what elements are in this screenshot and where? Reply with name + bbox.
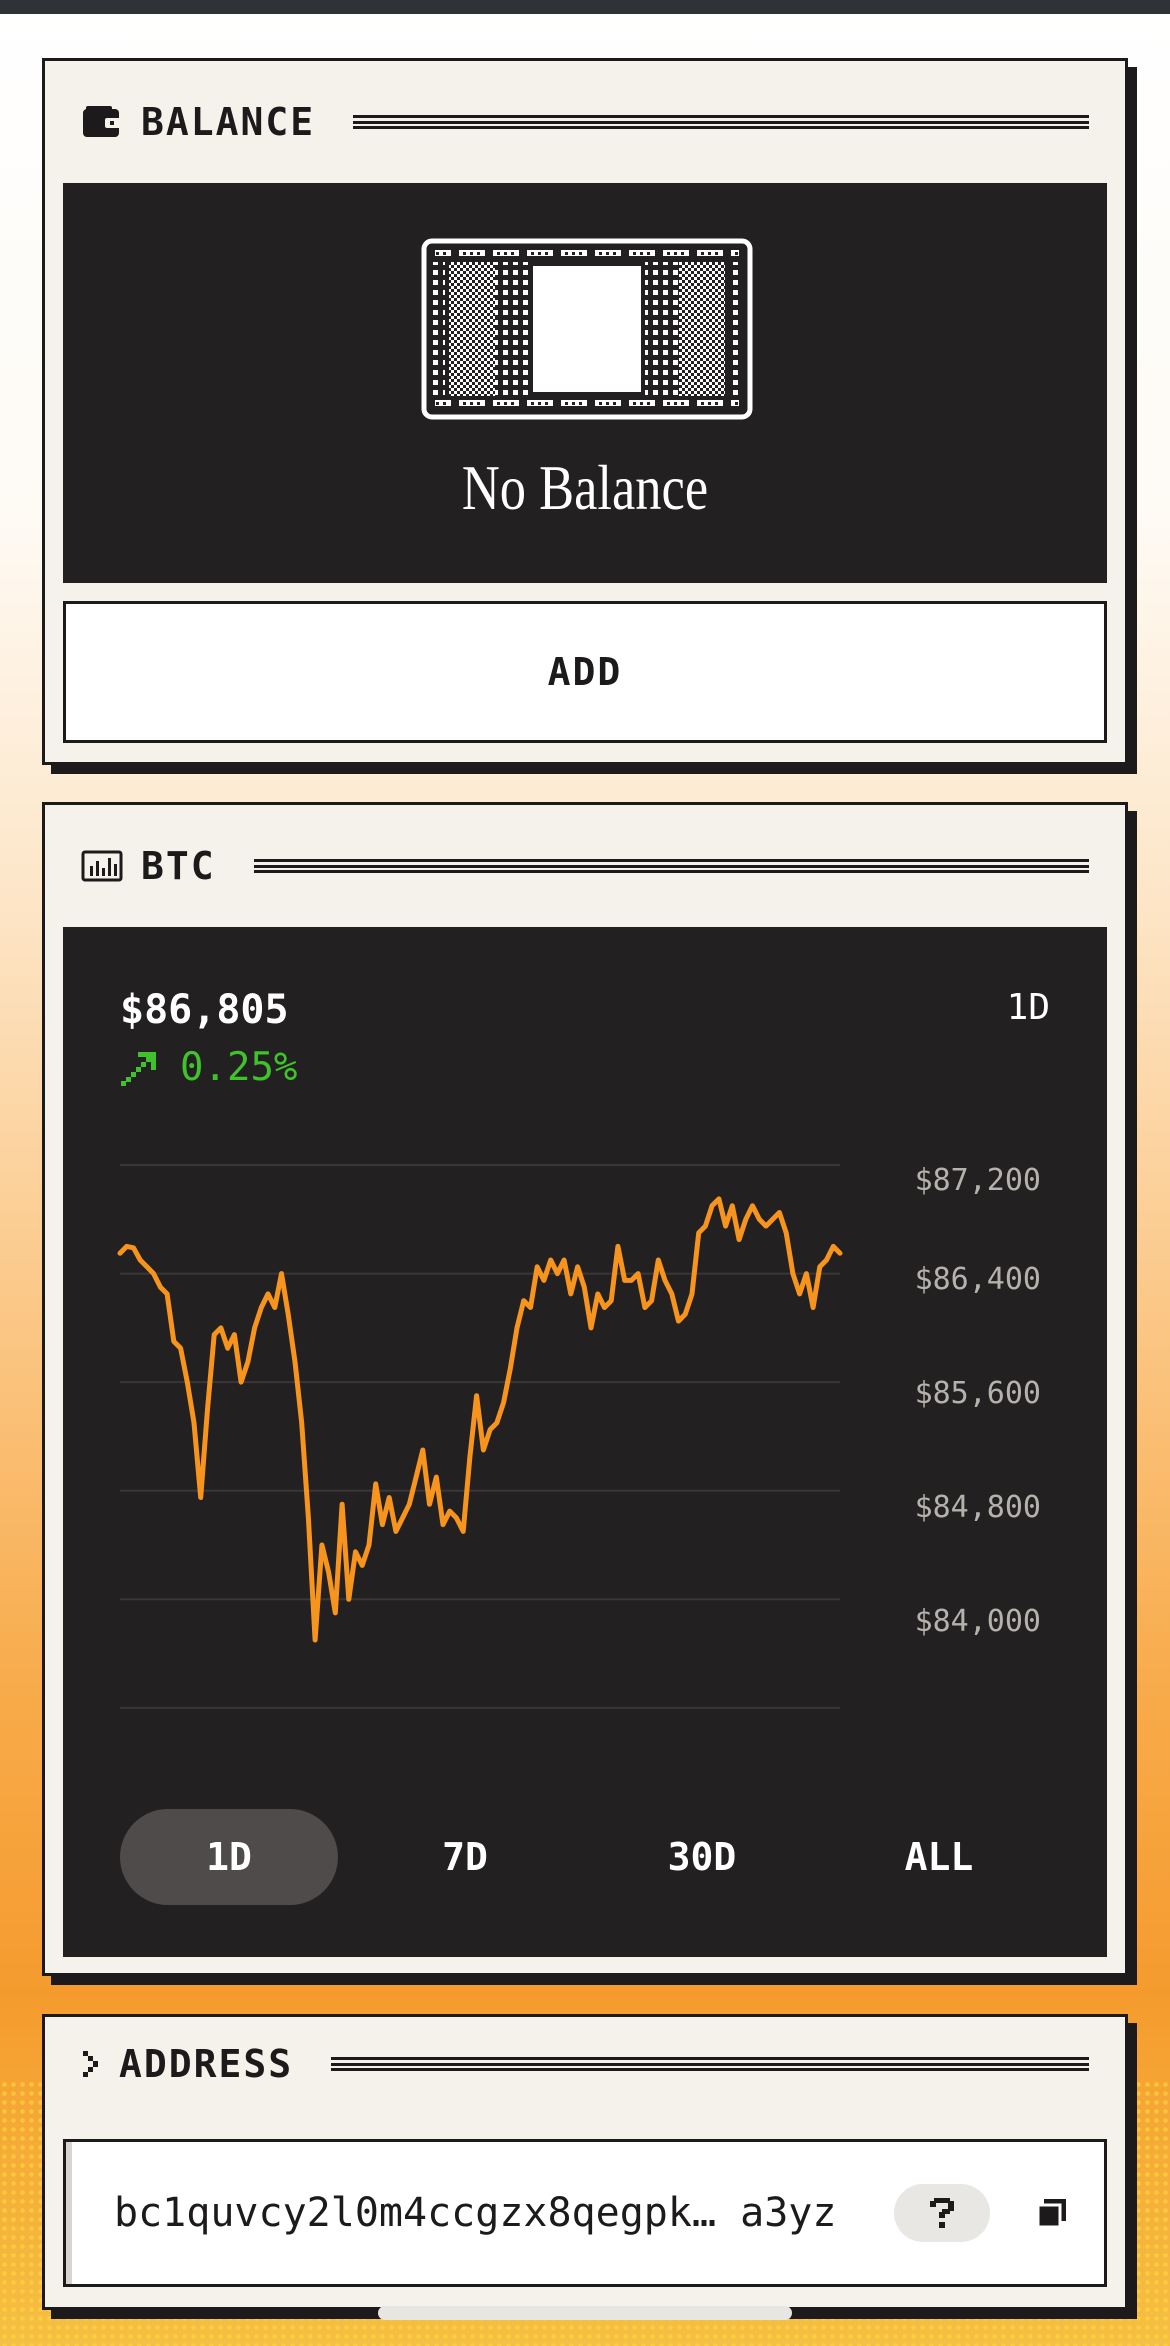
copy-icon (1035, 2196, 1069, 2230)
address-card-header: ADDRESS (81, 2033, 1089, 2095)
tab-all[interactable]: ALL (830, 1809, 1048, 1905)
balance-card: BALANCE No Balance ADD (42, 58, 1128, 765)
tab-30d[interactable]: 30D (593, 1809, 811, 1905)
scroll-indicator[interactable] (378, 2306, 792, 2320)
btc-card: BTC $86,805 0.25% 1D $87,200 $86,400 $85 (42, 802, 1128, 1976)
chart-bars-icon (81, 850, 123, 882)
address-value: bc1quvcy2l0m4ccgzx8qegpk… a3yz (114, 2190, 837, 2236)
y-tick-label: $84,800 (914, 1490, 1041, 1525)
header-rule (253, 858, 1090, 874)
chevron-right-icon (81, 2049, 101, 2079)
btc-change: 0.25% (120, 1045, 297, 1090)
y-tick-label: $84,000 (914, 1604, 1041, 1639)
question-icon (928, 2196, 956, 2230)
arrow-up-right-icon (120, 1050, 158, 1086)
status-bar (0, 0, 1170, 14)
header-rule (331, 2056, 1089, 2072)
btc-period: 1D (1006, 987, 1050, 1028)
btc-price: $86,805 (120, 987, 289, 1033)
address-field[interactable]: bc1quvcy2l0m4ccgzx8qegpk… a3yz (63, 2139, 1107, 2287)
balance-panel: No Balance (63, 183, 1107, 583)
y-tick-label: $85,600 (914, 1376, 1041, 1411)
banknote-icon (421, 238, 753, 420)
btc-line-chart (117, 1164, 843, 1709)
header-rule (353, 114, 1089, 130)
balance-title: BALANCE (141, 100, 316, 144)
add-button[interactable]: ADD (63, 601, 1107, 743)
y-tick-label: $86,400 (914, 1262, 1041, 1297)
btc-card-header: BTC (81, 835, 1090, 897)
tab-1d[interactable]: 1D (120, 1809, 338, 1905)
address-title: ADDRESS (119, 2042, 294, 2086)
range-tabs: 1D 7D 30D ALL (120, 1809, 1050, 1905)
tab-7d[interactable]: 7D (356, 1809, 574, 1905)
price-line (117, 1196, 843, 1643)
copy-button[interactable] (1022, 2184, 1082, 2242)
btc-change-value: 0.25% (180, 1045, 298, 1090)
address-card: ADDRESS bc1quvcy2l0m4ccgzx8qegpk… a3yz (42, 2014, 1128, 2310)
btc-chart-panel: $86,805 0.25% 1D $87,200 $86,400 $85,600… (63, 927, 1107, 1957)
help-button[interactable] (894, 2184, 990, 2242)
balance-card-header: BALANCE (81, 91, 1089, 153)
wallet-icon (81, 105, 123, 139)
btc-title: BTC (141, 844, 216, 888)
no-balance-text: No Balance (461, 452, 709, 523)
y-tick-label: $87,200 (914, 1163, 1041, 1198)
